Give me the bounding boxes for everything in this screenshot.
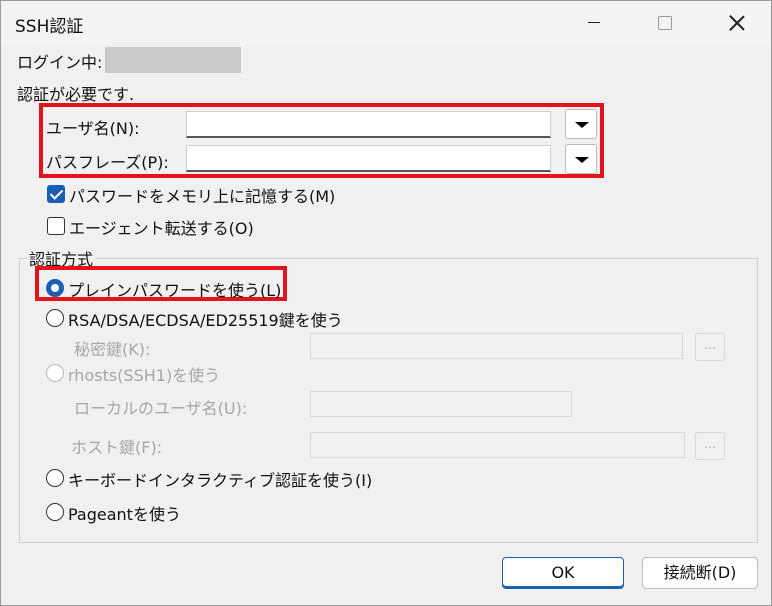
- host-key-label: ホスト鍵(F):: [71, 438, 163, 457]
- keyboard-interactive-radio[interactable]: [46, 469, 64, 487]
- login-label: ログイン中:: [17, 53, 103, 72]
- passphrase-dropdown-button[interactable]: [565, 144, 597, 174]
- pageant-label[interactable]: Pageantを使う: [68, 501, 181, 525]
- private-key-field: [310, 333, 683, 359]
- agent-forward-label[interactable]: エージェント転送する(O): [69, 215, 254, 239]
- local-user-field: [310, 391, 572, 417]
- maximize-icon: [641, 1, 687, 45]
- username-dropdown-button[interactable]: [565, 109, 597, 139]
- window-title: SSH認証: [15, 17, 84, 37]
- key-auth-label[interactable]: RSA/DSA/ECDSA/ED25519鍵を使う: [68, 307, 343, 331]
- title-bar: SSH認証: [1, 1, 771, 45]
- rhosts-radio: [46, 364, 64, 382]
- passphrase-input[interactable]: [186, 145, 551, 172]
- close-icon[interactable]: [713, 1, 759, 45]
- ssh-auth-dialog: SSH認証 ログイン中: 認証が必要です. ユーザ名(N): パスフレーズ(P)…: [0, 0, 772, 606]
- login-user-redacted: [105, 47, 241, 73]
- username-input[interactable]: [186, 111, 551, 138]
- local-user-label: ローカルのユーザ名(U):: [74, 399, 248, 418]
- private-key-label: 秘密鍵(K):: [74, 340, 151, 359]
- keyboard-interactive-label[interactable]: キーボードインタラクティブ認証を使う(I): [68, 467, 372, 491]
- remember-password-checkbox[interactable]: [47, 185, 65, 203]
- plain-password-label[interactable]: プレインパスワードを使う(L): [68, 277, 281, 301]
- passphrase-label: パスフレーズ(P):: [46, 153, 169, 172]
- agent-forward-checkbox[interactable]: [47, 217, 65, 235]
- auth-required-text: 認証が必要です.: [17, 85, 135, 104]
- key-auth-radio[interactable]: [46, 309, 64, 327]
- pageant-radio[interactable]: [46, 503, 64, 521]
- rhosts-label: rhosts(SSH1)を使う: [68, 366, 221, 385]
- host-key-field: [310, 432, 685, 458]
- remember-password-label[interactable]: パスワードをメモリ上に記憶する(M): [69, 183, 335, 207]
- disconnect-button[interactable]: 接続断(D): [642, 557, 758, 589]
- host-key-browse-button: ...: [695, 432, 725, 460]
- private-key-browse-button: ...: [695, 333, 725, 361]
- plain-password-radio[interactable]: [46, 279, 64, 297]
- ok-button[interactable]: OK: [502, 557, 624, 589]
- username-label: ユーザ名(N):: [46, 119, 140, 138]
- minimize-icon[interactable]: [571, 1, 617, 45]
